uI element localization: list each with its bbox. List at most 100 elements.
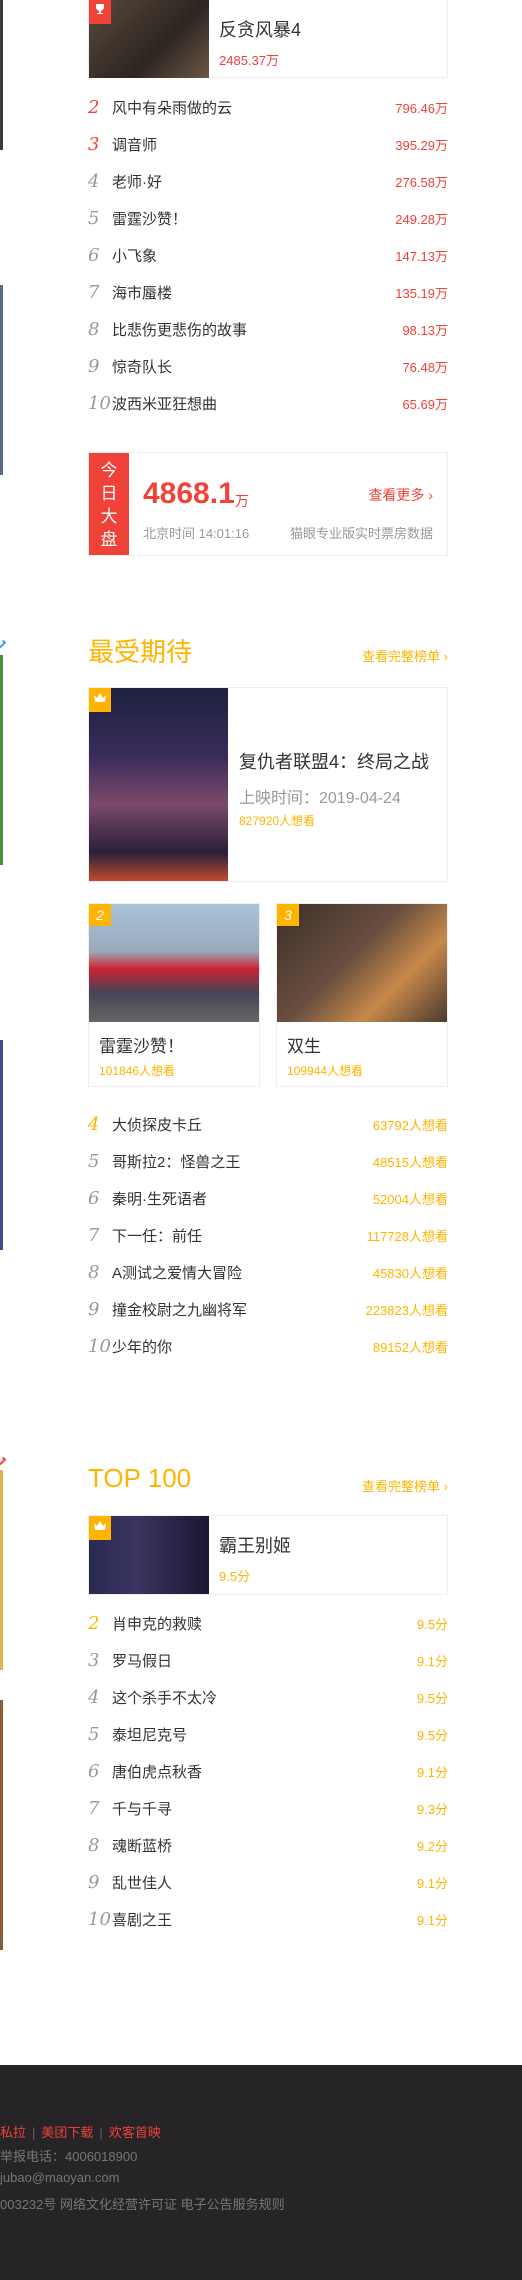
movie-title[interactable]: 老师·好 xyxy=(112,171,395,192)
list-item[interactable]: 10 波西米亚狂想曲 65.69万 xyxy=(88,385,448,422)
see-more-link[interactable]: 查看更多 › xyxy=(368,485,433,505)
license-info: 003232号 网络文化经营许可证 电子公告服务规则 xyxy=(0,2197,285,2212)
report-email[interactable]: jubao@maoyan.com xyxy=(0,2170,119,2185)
list-item[interactable]: 10 喜剧之王 9.1分 xyxy=(88,1901,448,1938)
rank-number: 7 xyxy=(88,1225,100,1246)
metric-value: 9.5分 xyxy=(416,1691,448,1706)
list-item[interactable]: 4 大侦探皮卡丘 63792人想看 xyxy=(88,1106,448,1143)
movie-title[interactable]: 小飞象 xyxy=(112,245,395,266)
movie-title[interactable]: 复仇者联盟4：终局之战 xyxy=(239,748,429,774)
list-item[interactable]: 7 下一任：前任 117728人想看 xyxy=(88,1217,448,1254)
wish-count: 827920人想看 xyxy=(239,814,316,828)
list-item[interactable]: 6 秦明·生死语者 52004人想看 xyxy=(88,1180,448,1217)
movie-title[interactable]: 波西米亚狂想曲 xyxy=(112,393,402,414)
movie-title[interactable]: 反贪风暴4 xyxy=(219,16,301,42)
movie-title[interactable]: 大侦探皮卡丘 xyxy=(112,1114,373,1135)
movie-title[interactable]: A测试之爱情大冒险 xyxy=(112,1262,373,1283)
top100-top-card[interactable]: 霸王别姬 9.5分 xyxy=(88,1515,448,1595)
metric-value: 249.28万 xyxy=(395,212,448,227)
movie-title[interactable]: 雷霆沙赞！ xyxy=(112,208,395,229)
movie-poster[interactable] xyxy=(89,1516,209,1594)
rank-number: 4 xyxy=(88,1687,100,1708)
rank-number: 4 xyxy=(88,1114,100,1135)
movie-title[interactable]: 乱世佳人 xyxy=(112,1872,417,1893)
list-item[interactable]: 2 风中有朵雨做的云 796.46万 xyxy=(88,89,448,126)
movie-title[interactable]: 魂断蓝桥 xyxy=(112,1835,417,1856)
movie-title[interactable]: 肖申克的救赎 xyxy=(112,1613,417,1634)
list-item[interactable]: 7 海市蜃楼 135.19万 xyxy=(88,274,448,311)
movie-poster[interactable] xyxy=(89,688,228,881)
movie-title[interactable]: 罗马假日 xyxy=(112,1650,417,1671)
footer-link[interactable]: 欢客首映 xyxy=(109,2125,161,2140)
full-list-link-top100[interactable]: 查看完整榜单 › xyxy=(362,1476,448,1495)
today-box-office-panel: 今 日 大 盘 4868.1 万 查看更多 › 北京时间 14:01:16 猫眼… xyxy=(88,452,448,556)
metric-value: 9.1分 xyxy=(416,1876,448,1891)
list-item[interactable]: 6 小飞象 147.13万 xyxy=(88,237,448,274)
list-item[interactable]: 7 千与千寻 9.3分 xyxy=(88,1790,448,1827)
movie-title[interactable]: 泰坦尼克号 xyxy=(112,1724,417,1745)
metric-value: 395.29万 xyxy=(395,138,448,153)
rank-number: 3 xyxy=(88,134,100,155)
chevron-right-icon[interactable] xyxy=(0,1456,7,1466)
movie-title[interactable]: 少年的你 xyxy=(112,1336,373,1357)
list-item[interactable]: 3 罗马假日 9.1分 xyxy=(88,1642,448,1679)
movie-still[interactable] xyxy=(277,904,447,1022)
list-item[interactable]: 6 唐伯虎点秋香 9.1分 xyxy=(88,1753,448,1790)
movie-title[interactable]: 双生 xyxy=(287,1032,321,1057)
expected-card-2[interactable]: 2 雷霆沙赞！ 101846人想看 xyxy=(88,903,260,1087)
footer-link[interactable]: 私拉 xyxy=(0,2125,26,2140)
today-label-char: 日 xyxy=(100,484,118,503)
movie-title[interactable]: 雷霆沙赞！ xyxy=(99,1032,184,1057)
rank-number: 9 xyxy=(88,1299,100,1320)
rank-number: 4 xyxy=(88,171,100,192)
list-item[interactable]: 4 这个杀手不太冷 9.5分 xyxy=(88,1679,448,1716)
movie-title[interactable]: 千与千寻 xyxy=(112,1798,417,1819)
list-item[interactable]: 5 雷霆沙赞！ 249.28万 xyxy=(88,200,448,237)
edge-segment xyxy=(0,0,3,150)
chevron-right-icon: › xyxy=(443,1479,448,1494)
list-item[interactable]: 10 少年的你 89152人想看 xyxy=(88,1328,448,1365)
box-office-top-card[interactable]: 反贪风暴4 2485.37万 xyxy=(88,0,448,78)
rank-number: 2 xyxy=(88,1613,100,1634)
movie-title[interactable]: 唐伯虎点秋香 xyxy=(112,1761,417,1782)
movie-still[interactable] xyxy=(89,904,259,1022)
today-label-char: 大 xyxy=(100,507,118,526)
metric-value: 223823人想看 xyxy=(365,1303,448,1318)
movie-title[interactable]: 调音师 xyxy=(112,134,395,155)
divider: | xyxy=(32,2125,36,2140)
list-item[interactable]: 9 惊奇队长 76.48万 xyxy=(88,348,448,385)
list-item[interactable]: 8 A测试之爱情大冒险 45830人想看 xyxy=(88,1254,448,1291)
movie-title[interactable]: 喜剧之王 xyxy=(112,1909,417,1930)
list-item[interactable]: 4 老师·好 276.58万 xyxy=(88,163,448,200)
list-item[interactable]: 9 撞金校尉之九幽将军 223823人想看 xyxy=(88,1291,448,1328)
movie-title[interactable]: 下一任：前任 xyxy=(112,1225,367,1246)
footer-link[interactable]: 美团下载 xyxy=(41,2125,93,2140)
metric-value: 52004人想看 xyxy=(372,1192,448,1207)
list-item[interactable]: 5 泰坦尼克号 9.5分 xyxy=(88,1716,448,1753)
movie-title[interactable]: 霸王别姬 xyxy=(219,1532,291,1558)
movie-title[interactable]: 海市蜃楼 xyxy=(112,282,395,303)
metric-value: 9.3分 xyxy=(416,1802,448,1817)
rank-number: 8 xyxy=(88,1262,100,1283)
movie-title[interactable]: 风中有朵雨做的云 xyxy=(112,97,395,118)
list-item[interactable]: 2 肖申克的救赎 9.5分 xyxy=(88,1605,448,1642)
list-item[interactable]: 5 哥斯拉2：怪兽之王 48515人想看 xyxy=(88,1143,448,1180)
chevron-right-icon[interactable] xyxy=(0,639,7,649)
expected-card-3[interactable]: 3 双生 109944人想看 xyxy=(276,903,448,1087)
movie-title[interactable]: 惊奇队长 xyxy=(112,356,402,377)
movie-title[interactable]: 比悲伤更悲伤的故事 xyxy=(112,319,402,340)
rank-number: 9 xyxy=(88,1872,100,1893)
movie-title[interactable]: 这个杀手不太冷 xyxy=(112,1687,417,1708)
list-item[interactable]: 3 调音师 395.29万 xyxy=(88,126,448,163)
movie-poster[interactable] xyxy=(89,0,209,78)
metric-value: 9.1分 xyxy=(416,1654,448,1669)
movie-title[interactable]: 哥斯拉2：怪兽之王 xyxy=(112,1151,373,1172)
crown-icon xyxy=(89,1516,111,1540)
movie-title[interactable]: 撞金校尉之九幽将军 xyxy=(112,1299,366,1320)
list-item[interactable]: 8 魂断蓝桥 9.2分 xyxy=(88,1827,448,1864)
full-list-link-expected[interactable]: 查看完整榜单 › xyxy=(362,646,448,665)
list-item[interactable]: 9 乱世佳人 9.1分 xyxy=(88,1864,448,1901)
movie-title[interactable]: 秦明·生死语者 xyxy=(112,1188,373,1209)
list-item[interactable]: 8 比悲伤更悲伤的故事 98.13万 xyxy=(88,311,448,348)
expected-top-card[interactable]: 复仇者联盟4：终局之战 上映时间：2019-04-24 827920人想看 xyxy=(88,687,448,882)
